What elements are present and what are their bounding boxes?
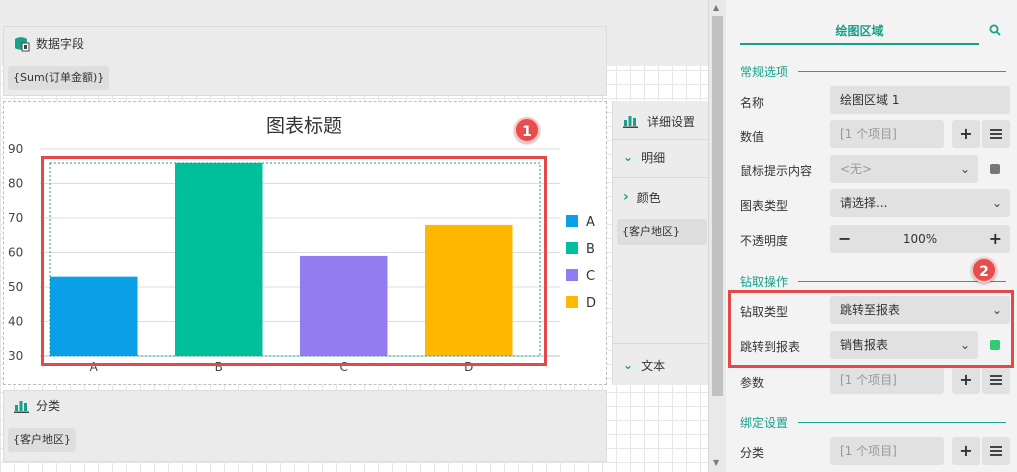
- section-line: [798, 281, 1006, 282]
- add-value-button[interactable]: +: [952, 120, 980, 148]
- detail-toggle[interactable]: ⌄ 明细: [613, 143, 709, 171]
- divider: [613, 139, 709, 140]
- y-tick-label: 60: [8, 246, 23, 260]
- search-icon[interactable]: [989, 24, 1001, 36]
- param-label: 参数: [740, 376, 765, 390]
- detail-settings-panel: 详细设置 ⌄ 明细 › 颜色 {客户地区} ⌄ 文本: [612, 101, 709, 385]
- chart-type-label: 图表类型: [740, 199, 789, 213]
- param-field[interactable]: [1 个项目]: [830, 366, 944, 394]
- section-general: 常规选项: [740, 65, 789, 79]
- y-tick-label: 80: [8, 177, 23, 191]
- category-zone[interactable]: 分类 {客户地区}: [3, 390, 607, 462]
- annotation-badge-2: 2: [971, 257, 997, 283]
- section-line: [798, 422, 1006, 423]
- opacity-label: 不透明度: [740, 234, 789, 248]
- properties-panel: 绘图区域 常规选项 名称 绘图区域 1 数值 [1 个项目] + 鼠标提示内容 …: [726, 0, 1017, 472]
- category-menu-icon[interactable]: [982, 437, 1010, 465]
- detail-label: 明细: [641, 150, 666, 165]
- legend-swatch-A: [566, 215, 578, 227]
- chart-title: 图表标题: [266, 115, 342, 137]
- data-field-title: 数据字段: [36, 37, 85, 51]
- legend-label: B: [586, 242, 595, 257]
- scrollbar-thumb[interactable]: [712, 16, 723, 396]
- legend-label: D: [586, 296, 596, 311]
- chevron-right-icon: ›: [623, 189, 629, 205]
- bar-chart-icon: [623, 116, 638, 128]
- tooltip-select[interactable]: <无> ⌄: [830, 155, 978, 183]
- database-icon: [15, 36, 30, 51]
- tooltip-label: 鼠标提示内容: [740, 164, 813, 178]
- annotation-box-plot-area: [41, 156, 547, 366]
- legend-swatch-C: [566, 269, 578, 281]
- binding-category-field[interactable]: [1 个项目]: [830, 437, 944, 465]
- add-category-button[interactable]: +: [952, 437, 980, 465]
- detail-settings-title: 详细设置: [647, 114, 696, 129]
- binding-category-label: 分类: [740, 446, 765, 460]
- legend-swatch-D: [566, 296, 578, 308]
- data-field-chip[interactable]: {Sum(订单金额)}: [8, 66, 110, 90]
- color-toggle[interactable]: › 颜色: [613, 183, 709, 211]
- value-field[interactable]: [1 个项目]: [830, 120, 944, 148]
- scroll-up-icon[interactable]: ▲: [713, 3, 719, 12]
- y-tick-label: 50: [8, 280, 23, 294]
- chevron-down-icon: ⌄: [623, 358, 634, 372]
- tooltip-value: <无>: [840, 162, 873, 176]
- chart-type-select[interactable]: 请选择... ⌄: [830, 189, 1010, 217]
- data-field-header: 数据字段: [14, 35, 84, 52]
- legend-swatch-B: [566, 242, 578, 254]
- annotation-badge-1: 1: [514, 117, 540, 143]
- name-label: 名称: [740, 96, 765, 110]
- category-title: 分类: [36, 399, 61, 413]
- divider: [613, 177, 709, 178]
- text-label: 文本: [641, 358, 666, 373]
- category-header: 分类: [14, 397, 60, 414]
- category-chip[interactable]: {客户地区}: [8, 428, 76, 452]
- value-label: 数值: [740, 130, 765, 144]
- data-field-zone[interactable]: 数据字段 {Sum(订单金额)}: [3, 26, 607, 96]
- report-canvas[interactable]: 数据字段 {Sum(订单金额)} 图表标题 30 40 50 60 70 80 90 A B C D A…: [0, 0, 709, 472]
- y-tick-label: 90: [8, 142, 23, 156]
- value-menu-icon[interactable]: [982, 120, 1010, 148]
- section-drill: 钻取操作: [740, 275, 789, 289]
- chart-type-value: 请选择...: [840, 196, 888, 210]
- detail-settings-header: 详细设置: [613, 109, 709, 133]
- text-toggle[interactable]: ⌄ 文本: [613, 351, 709, 379]
- y-tick-label: 40: [8, 315, 23, 329]
- divider: [613, 343, 709, 344]
- param-menu-icon[interactable]: [982, 366, 1010, 394]
- title-underline: [740, 43, 979, 45]
- chevron-down-icon: ⌄: [959, 162, 970, 176]
- color-label: 颜色: [636, 190, 661, 205]
- tooltip-indicator[interactable]: [990, 164, 1000, 174]
- panel-title[interactable]: 绘图区域: [740, 22, 979, 39]
- scroll-down-icon[interactable]: ▼: [713, 458, 719, 467]
- legend-label: A: [586, 215, 595, 230]
- add-param-button[interactable]: +: [952, 366, 980, 394]
- chevron-down-icon: ⌄: [991, 196, 1002, 210]
- bar-chart-icon: [14, 400, 29, 413]
- plus-icon[interactable]: +: [989, 225, 1002, 253]
- legend-label: C: [586, 269, 595, 284]
- chevron-down-icon: ⌄: [623, 150, 634, 164]
- section-line: [798, 71, 1006, 72]
- y-tick-label: 70: [8, 211, 23, 225]
- name-field[interactable]: 绘图区域 1: [830, 86, 1010, 114]
- opacity-stepper[interactable]: − 100% +: [830, 225, 1010, 253]
- section-binding: 绑定设置: [740, 416, 789, 430]
- y-tick-label: 30: [8, 349, 23, 363]
- color-chip[interactable]: {客户地区}: [617, 219, 707, 245]
- annotation-box-drill: [728, 290, 1014, 368]
- opacity-value: 100%: [902, 232, 938, 246]
- minus-icon[interactable]: −: [838, 225, 851, 253]
- canvas-scrollbar[interactable]: ▲ ▼: [708, 0, 726, 472]
